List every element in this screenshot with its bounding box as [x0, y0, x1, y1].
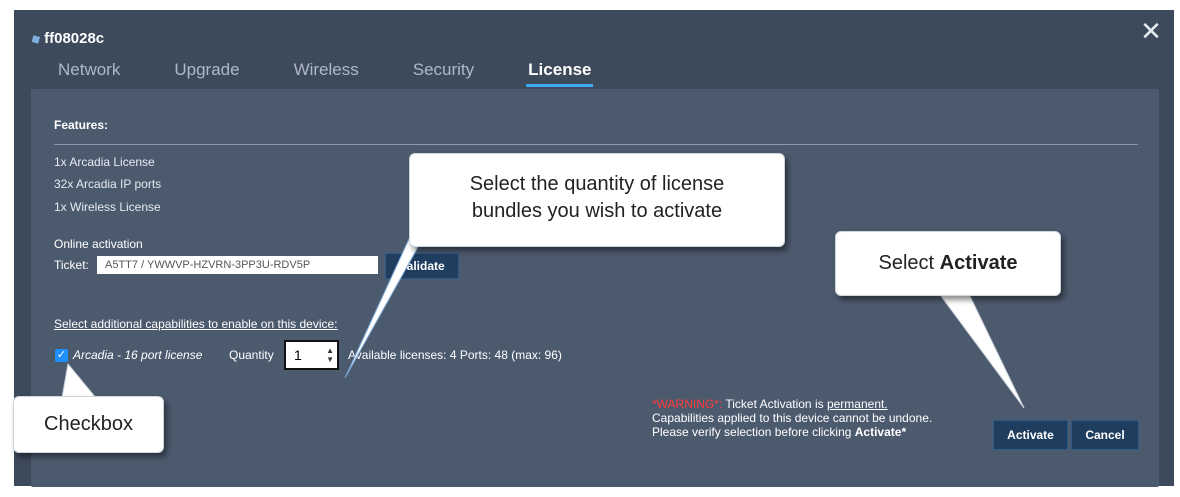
callout-text: Select the quantity of license: [469, 173, 725, 195]
features-heading: Features:: [54, 118, 109, 132]
feature-item: 1x Wireless License: [54, 200, 161, 214]
callout-activate: Select Activate: [835, 231, 1061, 296]
callout-text: Select: [878, 252, 940, 274]
tab-wireless[interactable]: Wireless: [294, 60, 359, 86]
available-licenses-text: Available licenses: 4 Ports: 48 (max: 96…: [348, 348, 562, 362]
tab-license[interactable]: License: [526, 60, 594, 87]
spinner-arrows-icon[interactable]: ▲ ▼: [326, 346, 334, 364]
device-name: ff08028c: [44, 30, 105, 47]
tab-bar: Network Upgrade Wireless Security Licens…: [58, 60, 645, 87]
validate-button[interactable]: Validate: [385, 253, 459, 279]
checkmark-icon: ✓: [56, 349, 67, 361]
divider: [54, 144, 1138, 145]
capabilities-heading: Select additional capabilities to enable…: [54, 317, 338, 331]
license-checkbox[interactable]: ✓: [55, 349, 68, 362]
callout-bold: Activate: [939, 252, 1018, 274]
warning-line-2: Capabilities applied to this device cann…: [652, 411, 933, 425]
quantity-stepper[interactable]: 1 ▲ ▼: [284, 340, 339, 370]
tab-upgrade[interactable]: Upgrade: [174, 60, 239, 86]
warning-prefix: *WARNING*:: [652, 397, 723, 411]
quantity-label: Quantity: [229, 348, 274, 362]
callout-quantity: Select the quantity of license bundles y…: [409, 153, 785, 247]
tab-security[interactable]: Security: [413, 60, 474, 86]
warning-text: Ticket Activation is: [722, 397, 827, 411]
callout-checkbox: Checkbox: [13, 396, 164, 453]
feature-item: 32x Arcadia IP ports: [54, 177, 162, 191]
feature-item: 1x Arcadia License: [54, 155, 155, 169]
warning-bold: Activate*: [854, 425, 907, 439]
close-icon[interactable]: ✕: [1138, 18, 1164, 44]
license-name: Arcadia - 16 port license: [73, 348, 203, 362]
online-activation-label: Online activation: [54, 237, 143, 251]
tab-network[interactable]: Network: [58, 60, 120, 86]
activate-button[interactable]: Activate: [993, 420, 1068, 450]
callout-text: bundles you wish to activate: [471, 200, 723, 222]
warning-text: Please verify selection before clicking: [652, 425, 855, 439]
ticket-label: Ticket:: [54, 258, 89, 272]
warning-line-3: Please verify selection before clicking …: [652, 425, 906, 439]
warning-emphasis: permanent.: [826, 397, 888, 411]
warning-line-1: *WARNING*: Ticket Activation is permanen…: [652, 397, 888, 411]
ticket-input[interactable]: [97, 256, 378, 274]
quantity-value: 1: [294, 347, 302, 363]
device-title: ⬥ ff08028c: [28, 29, 105, 47]
cancel-button[interactable]: Cancel: [1071, 420, 1139, 450]
